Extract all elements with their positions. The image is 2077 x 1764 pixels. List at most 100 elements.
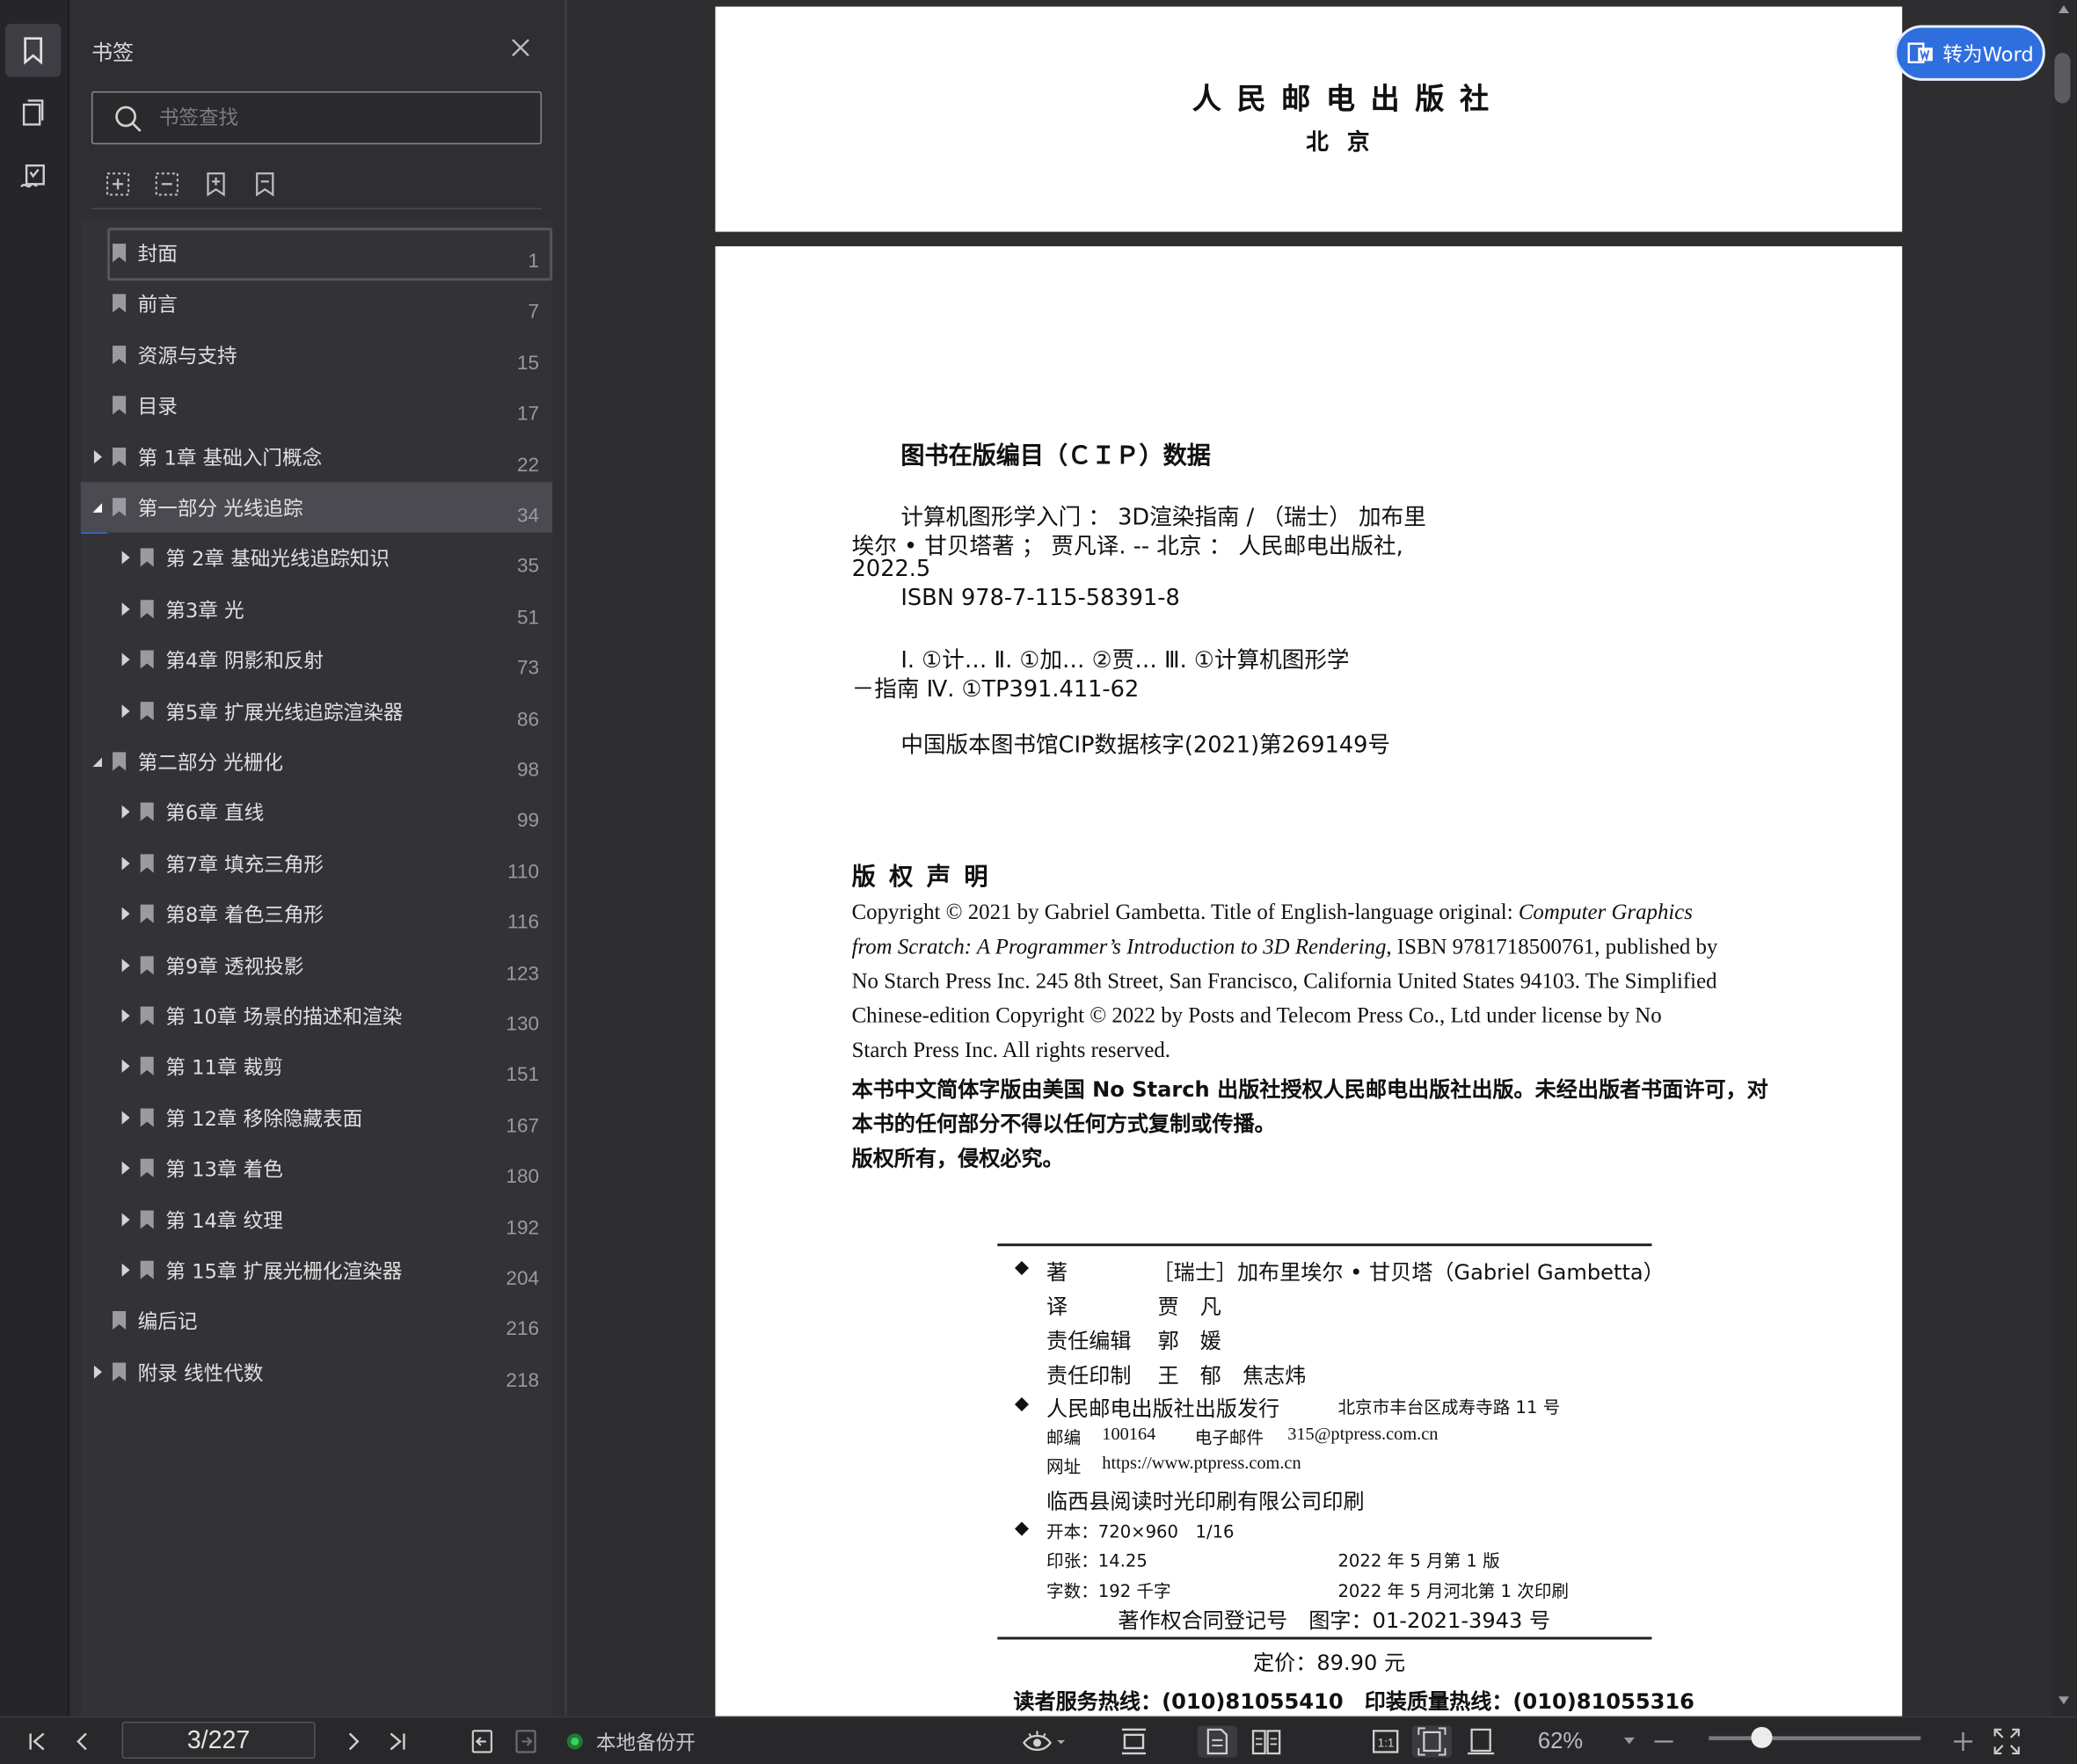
bookmark-icon — [140, 1260, 154, 1279]
bookmark-item[interactable]: 第 14章 纹理 192 — [81, 1194, 552, 1244]
next-page-button[interactable] — [338, 1725, 369, 1757]
bookmark-label: 第 11章 裁剪 — [165, 1055, 283, 1080]
bookmark-item[interactable]: 第 1章 基础入门概念 22 — [81, 431, 552, 481]
bookmark-icon — [113, 1362, 127, 1381]
bookmark-item[interactable]: 附录 线性代数 218 — [81, 1346, 552, 1396]
expand-triangle-right-icon[interactable] — [120, 1262, 133, 1278]
collapse-all-icon — [155, 172, 179, 196]
search-input[interactable] — [156, 103, 528, 133]
expand-triangle-right-icon[interactable] — [120, 1110, 133, 1126]
bookmark-item[interactable]: 第 12章 移除隐藏表面 167 — [81, 1092, 552, 1142]
expand-triangle-right-icon[interactable] — [120, 601, 133, 616]
actual-size-button[interactable]: 1:1 — [1367, 1725, 1404, 1757]
bookmark-item[interactable]: 封面 1 — [81, 228, 552, 278]
bookmark-item[interactable]: 第 2章 基础光线追踪知识 35 — [81, 533, 552, 583]
zoom-out-button[interactable] — [1651, 1725, 1677, 1757]
license-line: 本书中文简体字版由美国 No Starch 出版社授权人民邮电出版社出版。未经出… — [851, 1076, 1768, 1103]
bookmark-icon — [113, 294, 127, 314]
expand-triangle-down-icon[interactable] — [91, 754, 105, 769]
expand-triangle-right-icon[interactable] — [120, 957, 133, 973]
backup-status-label[interactable]: 本地备份开 — [596, 1725, 716, 1757]
bookmark-page-number: 7 — [528, 301, 540, 324]
zoom-in-button[interactable] — [1949, 1725, 1976, 1757]
remove-bookmark-button[interactable] — [249, 168, 281, 200]
expand-triangle-right-icon[interactable] — [120, 805, 133, 820]
expand-all-button[interactable] — [102, 168, 134, 200]
copyright-line: Starch Press Inc. All rights reserved. — [851, 1037, 1171, 1062]
editor-role: 责任编辑 — [1046, 1328, 1132, 1354]
fullscreen-button[interactable] — [1991, 1725, 2022, 1757]
navigate-back-button[interactable] — [466, 1725, 498, 1757]
expand-triangle-right-icon[interactable] — [120, 703, 133, 718]
expand-triangle-right-icon[interactable] — [120, 652, 133, 667]
bookmark-panel-button[interactable] — [5, 24, 62, 77]
single-page-button[interactable] — [1197, 1725, 1237, 1758]
bookmark-item[interactable]: 第5章 扩展光线追踪渲染器 86 — [81, 686, 552, 736]
bookmark-item[interactable]: 编后记 216 — [81, 1295, 552, 1345]
back-icon — [471, 1730, 492, 1753]
bookmark-page-number: 204 — [506, 1267, 540, 1290]
bookmark-item[interactable]: 第7章 填充三角形 110 — [81, 838, 552, 888]
bookmark-page-number: 86 — [516, 708, 540, 731]
convert-to-word-button[interactable]: 转为Word — [1894, 25, 2045, 81]
bookmark-item[interactable]: 第 10章 场景的描述和渲染 130 — [81, 990, 552, 1040]
bookmark-icon — [140, 854, 154, 873]
thumbnail-panel-button[interactable] — [5, 87, 61, 140]
bookmark-item[interactable]: 第一部分 光线追踪 34 — [80, 482, 553, 533]
fit-width-button[interactable] — [1461, 1725, 1501, 1757]
first-page-button[interactable] — [21, 1725, 53, 1757]
scrollbar-thumb[interactable] — [2054, 53, 2071, 104]
bookmark-item[interactable]: 前言 7 — [81, 279, 552, 329]
previous-page-button[interactable] — [66, 1725, 98, 1757]
bookmark-page-number: 34 — [516, 504, 540, 528]
word-convert-icon — [1907, 42, 1933, 63]
bookmark-item[interactable]: 第 15章 扩展光栅化渲染器 204 — [81, 1245, 552, 1295]
expand-triangle-right-icon[interactable] — [120, 1161, 133, 1177]
add-bookmark-button[interactable] — [200, 168, 231, 200]
two-page-button[interactable] — [1247, 1725, 1286, 1757]
bookmark-label: 第 15章 扩展光栅化渲染器 — [165, 1259, 403, 1284]
expand-triangle-right-icon[interactable] — [120, 856, 133, 871]
navigate-forward-button[interactable] — [510, 1725, 542, 1757]
zoom-level[interactable]: 62% — [1526, 1725, 1594, 1757]
collapse-all-button[interactable] — [151, 168, 183, 200]
bookmark-item[interactable]: 第8章 着色三角形 116 — [81, 889, 552, 939]
vertical-scrollbar[interactable] — [2052, 0, 2077, 1717]
translator: 贾 凡 — [1157, 1294, 1221, 1319]
expand-triangle-right-icon[interactable] — [120, 1211, 133, 1227]
expand-triangle-right-icon[interactable] — [120, 1059, 133, 1075]
last-page-button[interactable] — [382, 1725, 413, 1757]
pages-icon — [22, 99, 44, 126]
fit-width-icon — [1468, 1728, 1495, 1755]
bookmark-item[interactable]: 目录 17 — [81, 381, 552, 431]
scroll-up-icon — [2058, 5, 2069, 14]
eye-mode-button[interactable] — [1017, 1725, 1070, 1757]
expand-triangle-right-icon[interactable] — [120, 1008, 133, 1024]
bookmark-item[interactable]: 第二部分 光栅化 98 — [81, 736, 552, 786]
page-number-input[interactable]: 3/227 — [121, 1721, 316, 1759]
bookmark-search[interactable] — [91, 91, 543, 145]
fit-page-button[interactable] — [1411, 1725, 1452, 1758]
address: 北京市丰台区成寿寺路 11 号 — [1337, 1398, 1561, 1418]
bookmark-item[interactable]: 第6章 直线 99 — [81, 787, 552, 837]
bookmark-item[interactable]: 第3章 光 51 — [81, 584, 552, 634]
bookmark-item[interactable]: 资源与支持 15 — [81, 330, 552, 380]
expand-triangle-right-icon[interactable] — [91, 448, 105, 464]
bookmark-item[interactable]: 第 11章 裁剪 151 — [81, 1041, 552, 1091]
close-panel-button[interactable] — [505, 32, 536, 63]
expand-triangle-down-icon[interactable] — [91, 499, 105, 515]
zoom-slider-track[interactable] — [1709, 1736, 1921, 1740]
bookmark-item[interactable]: 第4章 阴影和反射 73 — [81, 635, 552, 685]
continuous-scroll-button[interactable] — [1117, 1725, 1151, 1757]
zoom-slider-handle[interactable] — [1751, 1726, 1773, 1748]
bookmark-item[interactable]: 第 13章 着色 180 — [81, 1143, 552, 1193]
expand-triangle-right-icon[interactable] — [120, 550, 133, 566]
chevron-down-icon — [1623, 1737, 1635, 1745]
annotation-panel-button[interactable] — [5, 151, 61, 204]
bookmark-item[interactable]: 第9章 透视投影 123 — [81, 940, 552, 990]
expand-triangle-right-icon[interactable] — [120, 906, 133, 922]
publisher-city: 北 京 — [1306, 129, 1375, 157]
status-dot-icon — [566, 1733, 583, 1750]
zoom-dropdown-button[interactable] — [1619, 1725, 1640, 1757]
expand-triangle-right-icon[interactable] — [91, 1364, 105, 1380]
